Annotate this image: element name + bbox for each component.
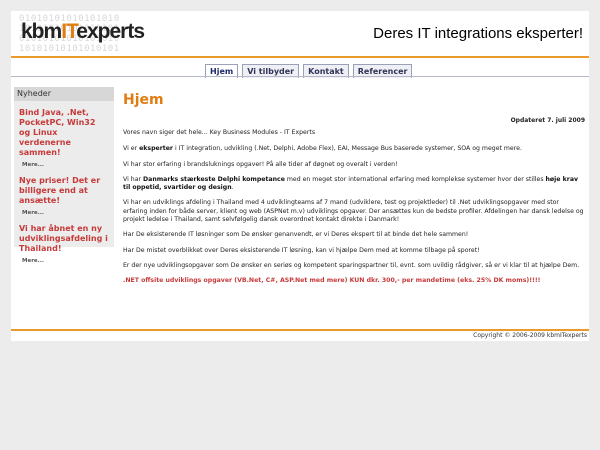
news-more-link[interactable]: Mere... [22,210,109,217]
text-span: . [231,184,234,192]
logo-suffix: experts [76,20,145,43]
overview-paragraph: Har De mistet overblikket over Deres eks… [123,246,480,254]
page-title: Hjem [123,92,164,108]
main-content: Hjem Opdateret 7. juli 2009 Vores navn s… [123,91,585,286]
text-bold: Danmarks stærkeste Delphi kompetance [143,175,285,183]
text-span: Vi er [123,145,140,153]
news-title-link[interactable]: Bind Java, .Net, PocketPC, Win32 og Linu… [19,108,109,158]
news-more-link[interactable]: Mere... [22,162,109,169]
page-container: 01010101010101010 10101010101010101 0101… [11,11,589,341]
offer-paragraph: .NET offsite udviklings opgaver (VB.Net,… [123,277,541,285]
intro-paragraph: Vores navn siger det hele... Key Busines… [123,129,316,136]
news-item: Vi har åbnet en ny udviklingsafdeling i … [14,224,114,265]
site-tagline: Deres IT integrations eksperter! [373,25,583,42]
text-span: Vi har [123,175,144,183]
site-logo[interactable]: kbmITexperts [21,20,145,44]
news-item: Nye priser! Det er billigere end at ansæ… [14,176,114,217]
site-header: 01010101010101010 10101010101010101 0101… [11,11,589,56]
footer-divider [11,329,589,331]
sidebar-heading: Nyheder [14,87,114,101]
delphi-paragraph: Vi har Danmarks stærkeste Delphi kompeta… [123,176,585,193]
news-title-link[interactable]: Vi har åbnet en ny udviklingsafdeling i … [19,224,109,254]
thailand-paragraph: Vi har en udviklings afdeling i Thailand… [123,199,584,224]
logo-prefix: kbm [21,20,62,43]
footer-copyright: Copyright © 2006-2009 kbmITexperts [473,332,587,339]
news-title-link[interactable]: Nye priser! Det er billigere end at ansæ… [19,176,109,206]
updated-date: Opdateret 7. juli 2009 [510,117,585,124]
header-divider [11,56,589,58]
expertise-paragraph: Vi er eksperter i IT integration, udvikl… [123,145,585,153]
text-bold: eksperter [139,145,173,153]
news-sidebar: Nyheder Bind Java, .Net, PocketPC, Win32… [14,87,114,264]
text-span: med en meget stor international erfaring… [284,175,546,183]
logo-it: IT [61,20,77,43]
news-more-link[interactable]: Mere... [22,258,109,265]
partner-paragraph: Er der nye udviklingsopgaver som De ønsk… [123,261,580,269]
reuse-paragraph: Har De eksisterende IT løsninger som De … [123,231,469,239]
text-span: i IT integration, udvikling (.Net, Delph… [173,145,522,153]
experience-paragraph: Vi har stor erfaring i brandsluknings op… [123,160,398,168]
news-item: Bind Java, .Net, PocketPC, Win32 og Linu… [14,108,114,169]
nav-divider [11,76,589,77]
